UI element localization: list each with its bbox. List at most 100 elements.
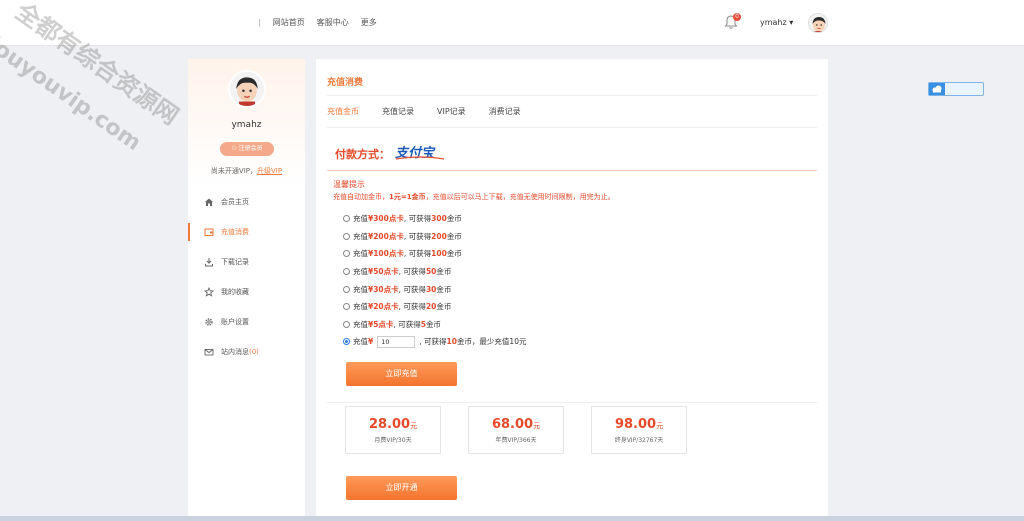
floating-widget[interactable] <box>928 82 984 96</box>
sidebar-item-recharge[interactable]: 充值消费 <box>188 217 305 247</box>
avatar[interactable] <box>808 13 828 33</box>
option-coins: 100 <box>431 249 447 259</box>
recharge-now-button[interactable]: 立即充值 <box>346 362 457 386</box>
plan-price: 98.00元 <box>592 417 686 432</box>
option-prefix: 充值 <box>353 337 368 347</box>
recharge-option-20[interactable]: 充值 ¥20点卡, 可获得 20 金币 <box>343 298 526 316</box>
title-divider <box>327 95 817 96</box>
option-currency: ¥ <box>368 337 374 347</box>
page-title: 充值消费 <box>327 78 364 88</box>
recharge-option-300[interactable]: 充值 ¥300点卡, 可获得 300 金币 <box>343 210 526 228</box>
profile-avatar[interactable] <box>228 70 266 108</box>
taskbar <box>0 516 1024 521</box>
option-mid: , 可获得 <box>403 249 432 259</box>
nav-link-home[interactable]: 网站首页 <box>273 17 305 28</box>
option-card: ¥300点卡 <box>368 214 404 224</box>
option-mid: , 可获得 <box>398 302 426 312</box>
nav-separator: | <box>258 18 261 27</box>
tab-recharge-coins[interactable]: 充值金币 <box>327 106 359 117</box>
option-prefix: 充值 <box>353 231 368 241</box>
recharge-option-30[interactable]: 充值 ¥30点卡, 可获得 30 金币 <box>343 280 526 298</box>
recharge-option-50[interactable]: 充值 ¥50点卡, 可获得 50 金币 <box>343 263 526 281</box>
plan-price: 28.00元 <box>346 417 440 432</box>
option-mid: , 可获得 <box>403 231 432 241</box>
sidebar-item-home[interactable]: 会员主页 <box>188 187 305 217</box>
mail-icon <box>204 349 214 356</box>
plan-price-value: 98.00 <box>614 417 657 432</box>
star-icon <box>204 287 214 297</box>
custom-amount-input[interactable]: 10 <box>377 335 416 348</box>
tips-suffix: ，充值以后可以马上下载，充值无使用时间限制，用完为止。 <box>425 193 615 201</box>
watermark-line2: douyouvip.com <box>0 27 145 156</box>
notification-badge: 0 <box>733 13 741 21</box>
option-prefix: 充值 <box>353 319 368 329</box>
sidebar-item-messages[interactable]: 站内消息 (0) <box>188 337 305 367</box>
tab-recharge-records[interactable]: 充值记录 <box>382 106 414 117</box>
vip-plan-lifetime[interactable]: 98.00元 终身VIP/32767天 <box>591 406 687 454</box>
plan-price-unit: 元 <box>533 422 541 430</box>
option-coins: 10 <box>446 337 457 347</box>
tips-rate: 1元=1金币 <box>389 193 426 201</box>
tips-title: 温馨提示 <box>333 180 365 189</box>
sidebar-item-settings[interactable]: 账户设置 <box>188 307 305 337</box>
plan-price-unit: 元 <box>410 422 418 430</box>
sidebar-item-label: 站内消息 <box>221 348 249 356</box>
option-suffix: 金币 <box>436 302 452 312</box>
option-card: ¥100点卡 <box>368 249 404 259</box>
option-coins: 20 <box>425 302 437 312</box>
open-vip-button[interactable]: 立即开通 <box>346 476 457 500</box>
sidebar-item-downloads[interactable]: 下载记录 <box>188 247 305 277</box>
option-card: ¥50点卡 <box>368 267 399 277</box>
sidebar-item-favorites[interactable]: 我的收藏 <box>188 277 305 307</box>
profile-card: ymahz ⚇ 注册会员 尚未开通VIP，升级VIP <box>188 59 305 187</box>
sidebar-item-label: 下载记录 <box>221 258 249 266</box>
vip-plans: 28.00元 月费VIP/30天 68.00元 年费VIP/366天 98.00… <box>345 406 714 454</box>
recharge-option-200[interactable]: 充值 ¥200点卡, 可获得 200 金币 <box>343 228 526 246</box>
nav-link-more[interactable]: 更多 <box>361 17 377 28</box>
user-menu-name: ymahz <box>760 18 787 27</box>
option-card: ¥20点卡 <box>368 302 399 312</box>
option-mid: , 可获得 <box>398 267 426 277</box>
message-count: (0) <box>249 348 259 356</box>
option-mid: , 可获得 <box>398 284 426 294</box>
sidebar: ymahz ⚇ 注册会员 尚未开通VIP，升级VIP 会员主页 充值消费 下载记… <box>188 59 305 521</box>
vip-plan-yearly[interactable]: 68.00元 年费VIP/366天 <box>468 406 564 454</box>
alipay-logo[interactable]: 支付宝 <box>394 143 446 161</box>
option-coins: 50 <box>425 267 437 277</box>
option-suffix: 金币 <box>425 319 441 329</box>
user-menu[interactable]: ymahz ▾ <box>760 18 793 27</box>
nav-link-service[interactable]: 客服中心 <box>317 17 349 28</box>
recharge-option-5[interactable]: 充值 ¥5点卡, 可获得 5 金币 <box>343 316 526 334</box>
cloud-icon <box>929 83 945 95</box>
vip-divider <box>327 402 817 403</box>
user-badge-icon: ⚇ <box>231 145 239 152</box>
radio-button[interactable] <box>343 250 350 258</box>
radio-button[interactable] <box>343 215 350 223</box>
recharge-option-100[interactable]: 充值 ¥100点卡, 可获得 100 金币 <box>343 245 526 263</box>
recharge-option-custom[interactable]: 充值 ¥10, 可获得 10 金币，最少充值10元 <box>343 333 526 351</box>
option-suffix: 金币 <box>436 267 452 277</box>
tab-vip-records[interactable]: VIP记录 <box>437 106 466 117</box>
radio-button[interactable] <box>343 232 350 240</box>
radio-button[interactable] <box>343 285 350 293</box>
option-suffix: 金币 <box>436 284 452 294</box>
radio-button[interactable] <box>343 338 350 346</box>
tab-spend-records[interactable]: 消费记录 <box>489 106 521 117</box>
payment-method-label: 付款方式： <box>335 148 390 161</box>
radio-button[interactable] <box>343 320 350 328</box>
upgrade-vip-link[interactable]: 升级VIP <box>257 167 282 175</box>
recharge-options: 充值 ¥300点卡, 可获得 300 金币 充值 ¥200点卡, 可获得 200… <box>343 210 526 351</box>
option-suffix: 金币 <box>446 214 462 224</box>
option-prefix: 充值 <box>353 214 368 224</box>
sidebar-item-label: 充值消费 <box>221 228 249 236</box>
vip-plan-monthly[interactable]: 28.00元 月费VIP/30天 <box>345 406 441 454</box>
sidebar-item-label: 会员主页 <box>221 198 249 206</box>
option-coins: 30 <box>425 284 437 294</box>
main-panel: 充值消费 充值金币 充值记录 VIP记录 消费记录 付款方式： 支付宝 温馨提示… <box>316 59 828 521</box>
top-header: | 网站首页 客服中心 更多 0 ymahz ▾ <box>0 0 1024 46</box>
gear-icon <box>205 318 213 326</box>
radio-button[interactable] <box>343 303 350 311</box>
radio-button[interactable] <box>343 268 350 276</box>
wallet-icon <box>204 228 214 236</box>
tips-prefix: 充值自动加金币， <box>333 193 389 201</box>
